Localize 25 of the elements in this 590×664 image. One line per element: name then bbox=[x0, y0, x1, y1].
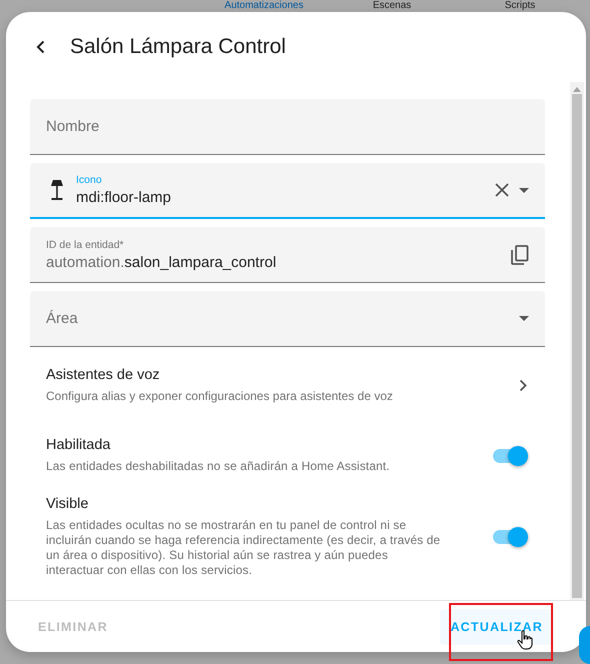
clear-icon[interactable] bbox=[495, 183, 509, 197]
copy-icon[interactable] bbox=[511, 244, 529, 264]
floor-lamp-icon bbox=[50, 179, 64, 201]
setting-description: Las entidades ocultas no se mostrarán en tu panel de control ni se incluirán cuando se haga referencia indirectamente (es decir, a través de un área o dispositivo). Su historial aún se rastrea y aún puedes interactuar con ellas con los servicios. bbox=[46, 518, 442, 578]
dropdown-caret-icon[interactable] bbox=[519, 316, 529, 321]
setting-description: Las entidades deshabilitadas no se añadirán a Home Assistant. bbox=[46, 459, 391, 474]
chevron-right-icon bbox=[519, 378, 527, 392]
setting-title: Visible bbox=[46, 496, 90, 512]
setting-title: Habilitada bbox=[46, 437, 112, 453]
toggle-switch[interactable] bbox=[493, 526, 529, 548]
name-field[interactable]: Nombre bbox=[30, 99, 545, 155]
entity-id-field[interactable]: ID de la entidad* automation.salon_lampara_control bbox=[30, 227, 545, 283]
toggle-switch[interactable] bbox=[493, 444, 529, 466]
row-title: Asistentes de voz bbox=[46, 367, 161, 383]
dropdown-caret-icon[interactable] bbox=[519, 188, 529, 192]
icon-field[interactable]: Icono mdi:floor-lamp bbox=[30, 163, 545, 219]
floating-action-button[interactable] bbox=[579, 626, 590, 664]
voice-assistants-row[interactable]: Asistentes de voz Configura alias y exponer configuraciones para asistentes de voz bbox=[30, 359, 545, 411]
background-tab[interactable]: Escenas bbox=[328, 0, 456, 12]
scrollbar[interactable] bbox=[570, 82, 584, 600]
area-field[interactable]: Área bbox=[30, 291, 545, 347]
row-description: Configura alias y exponer configuraciones para asistentes de voz bbox=[46, 389, 394, 403]
back-icon[interactable] bbox=[36, 40, 45, 54]
dialog-title: Salón Lámpara Control bbox=[70, 35, 286, 59]
background-tab[interactable]: Scripts bbox=[456, 0, 584, 12]
